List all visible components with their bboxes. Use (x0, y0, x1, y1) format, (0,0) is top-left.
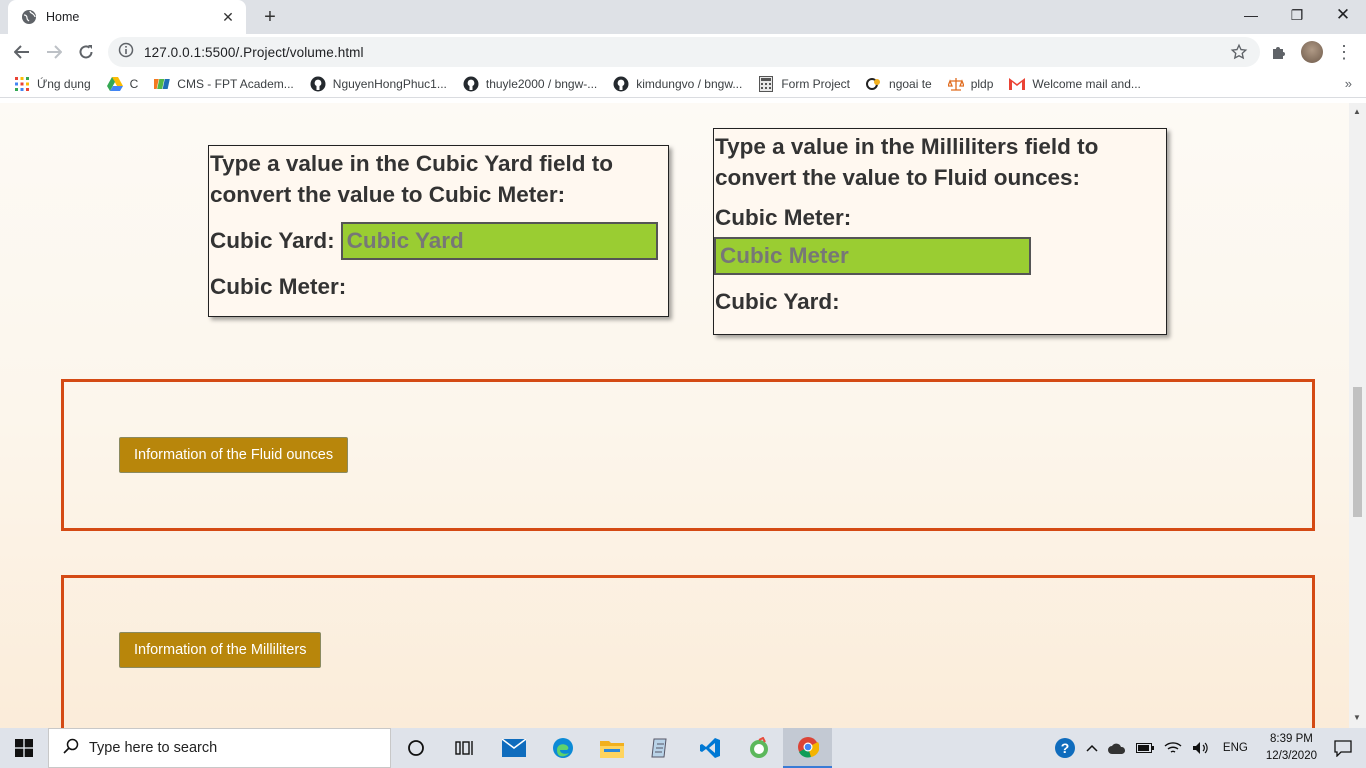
url-text: 127.0.0.1:5500/.Project/volume.html (144, 44, 364, 60)
info-icon[interactable] (118, 42, 134, 63)
ml-converter-box: Type a value in the Milliliters field to… (713, 128, 1167, 335)
window-close-icon[interactable]: ✕ (1320, 0, 1366, 30)
bookmark-pldp[interactable]: pldp (947, 76, 993, 92)
green-app-icon[interactable] (734, 728, 783, 768)
onedrive-cloud-icon[interactable] (1107, 742, 1126, 754)
scale-icon (947, 76, 964, 92)
bookmark-gmail[interactable]: Welcome mail and... (1009, 76, 1141, 92)
bookmark-github-kimdungvo[interactable]: kimdungvo / bngw... (613, 76, 742, 92)
menu-kebab-icon[interactable]: ⋮ (1332, 40, 1356, 64)
gmail-icon (1009, 76, 1026, 92)
profile-avatar[interactable] (1300, 40, 1324, 64)
tab-close-icon[interactable]: ✕ (220, 9, 236, 26)
bookmarks-bar: Ứng dụng C CMS - FPT Academ... NguyenHon… (0, 70, 1366, 98)
speaker-volume-icon[interactable] (1192, 741, 1210, 755)
browser-toolbar: 127.0.0.1:5500/.Project/volume.html ⋮ (0, 34, 1366, 70)
yard-input-label: Cubic Yard: (210, 228, 335, 253)
currency-icon (866, 76, 882, 92)
minimize-icon[interactable]: — (1228, 0, 1274, 30)
notepad-app-icon[interactable] (636, 728, 685, 768)
bookmark-apps[interactable]: Ứng dụng (14, 76, 91, 92)
bookmark-form-project[interactable]: Form Project (758, 75, 850, 92)
ml-output-label: Cubic Yard: (715, 289, 840, 314)
wifi-icon[interactable] (1164, 741, 1182, 755)
tab-home[interactable]: Home ✕ (8, 0, 246, 34)
svg-text:?: ? (1061, 740, 1070, 756)
google-drive-icon (106, 76, 123, 92)
language-indicator[interactable]: ENG (1223, 742, 1248, 754)
fluid-ounces-panel: Information of the Fluid ounces (61, 379, 1315, 531)
page-scrollbar[interactable]: ▲ ▼ (1349, 103, 1366, 728)
github-icon (463, 76, 479, 92)
reload-icon[interactable] (74, 40, 98, 64)
search-icon (63, 738, 79, 759)
bookmark-cms-fpt[interactable]: CMS - FPT Academ... (154, 76, 294, 92)
back-arrow-icon[interactable] (10, 40, 34, 64)
bookmark-ngoai-te[interactable]: ngoai te (866, 76, 932, 92)
help-icon[interactable]: ? (1054, 737, 1076, 759)
github-icon (310, 76, 326, 92)
github-icon (613, 76, 629, 92)
bookmarks-overflow-icon[interactable]: » (1345, 76, 1352, 91)
taskbar: Type here to search ? ENG 8:39 PM 12/3/2… (0, 728, 1366, 768)
scrollbar-thumb[interactable] (1353, 387, 1362, 517)
apps-grid-icon (14, 76, 30, 92)
bookmark-drive[interactable]: C (106, 76, 138, 92)
clock-date: 12/3/2020 (1265, 750, 1317, 762)
vscode-icon[interactable] (685, 728, 734, 768)
cubic-meter-input[interactable]: Cubic Meter (714, 237, 1031, 275)
yard-converter-box: Type a value in the Cubic Yard field to … (208, 145, 669, 317)
extensions-puzzle-icon[interactable] (1267, 40, 1291, 64)
tab-strip: Home ✕ + — ❐ ✕ (0, 0, 1366, 34)
windows-start-icon[interactable] (0, 728, 48, 768)
ml-instruction: Type a value in the Milliliters field to… (715, 134, 1099, 190)
cortana-icon[interactable] (391, 728, 440, 768)
yard-output-label: Cubic Meter: (210, 274, 347, 299)
cubic-yard-input[interactable]: Cubic Yard (340, 222, 658, 260)
chrome-app-icon[interactable] (783, 728, 832, 768)
ml-input-label: Cubic Meter: (715, 205, 852, 230)
scroll-up-arrow-icon[interactable]: ▲ (1353, 107, 1361, 116)
bookmark-github-thuyle[interactable]: thuyle2000 / bngw-... (463, 76, 597, 92)
bookmark-github-nguyen[interactable]: NguyenHongPhuc1... (310, 76, 447, 92)
info-fluid-ounces-button[interactable]: Information of the Fluid ounces (119, 437, 349, 473)
search-placeholder: Type here to search (89, 740, 218, 756)
system-clock[interactable]: 8:39 PM 12/3/2020 (1266, 731, 1317, 765)
yard-instruction: Type a value in the Cubic Yard field to … (210, 151, 614, 207)
file-explorer-icon[interactable] (587, 728, 636, 768)
page-viewport: Type a value in the Cubic Yard field to … (0, 103, 1349, 728)
bookmark-star-icon[interactable] (1230, 43, 1248, 66)
chevron-up-icon[interactable] (1086, 743, 1098, 753)
scroll-down-arrow-icon[interactable]: ▼ (1353, 713, 1361, 722)
tab-title: Home (46, 10, 80, 24)
system-tray: ? ENG 8:39 PM 12/3/2020 (1049, 728, 1366, 768)
calculator-icon (758, 75, 774, 92)
fpt-icon (154, 76, 171, 92)
taskbar-search-box[interactable]: Type here to search (48, 728, 391, 768)
milliliters-panel: Information of the Milliliters (61, 575, 1315, 728)
address-bar[interactable]: 127.0.0.1:5500/.Project/volume.html (108, 37, 1260, 67)
globe-icon (21, 9, 37, 25)
battery-icon[interactable] (1135, 742, 1154, 754)
mail-app-icon[interactable] (489, 728, 538, 768)
edge-browser-icon[interactable] (538, 728, 587, 768)
clock-time: 8:39 PM (1270, 733, 1313, 745)
new-tab-icon[interactable]: + (258, 5, 282, 29)
task-view-icon[interactable] (440, 728, 489, 768)
info-milliliters-button[interactable]: Information of the Milliliters (119, 632, 322, 668)
restore-icon[interactable]: ❐ (1274, 0, 1320, 30)
notification-center-icon[interactable] (1334, 739, 1352, 757)
forward-arrow-icon[interactable] (42, 40, 66, 64)
